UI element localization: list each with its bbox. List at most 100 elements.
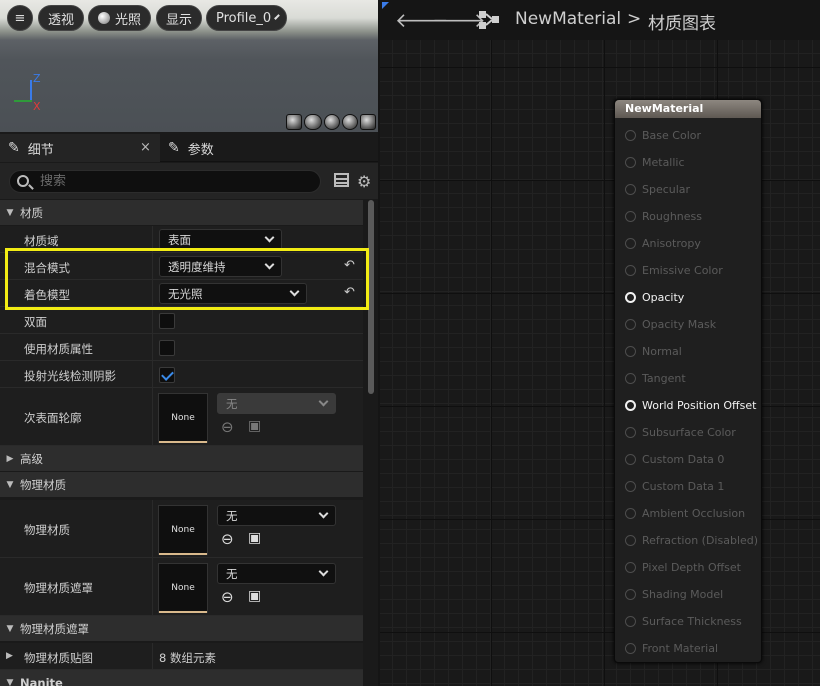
section-nanite-label: Nanite	[20, 675, 63, 686]
physical-material-dropdown[interactable]: 无	[217, 505, 336, 526]
node-pin[interactable]: World Position Offset	[625, 399, 756, 412]
cube-preview-icon[interactable]	[342, 114, 358, 130]
physical-material-mask-dropdown[interactable]: 无	[217, 563, 336, 584]
pin-connector-icon[interactable]	[625, 346, 636, 357]
node-title: NewMaterial	[615, 100, 761, 118]
pin-connector-icon[interactable]	[625, 400, 636, 411]
node-pin[interactable]: Metallic	[625, 156, 685, 169]
material-domain-dropdown[interactable]: 表面	[159, 229, 282, 250]
subsurface-profile-thumbnail[interactable]: None	[158, 393, 208, 443]
pin-label: Normal	[642, 345, 682, 358]
section-physical-material-label: 物理材质	[20, 477, 66, 492]
node-pin[interactable]: Custom Data 0	[625, 453, 724, 466]
node-pin[interactable]: Pixel Depth Offset	[625, 561, 741, 574]
lighting-button[interactable]: 光照	[88, 5, 152, 31]
two-sided-checkbox[interactable]	[159, 313, 175, 329]
search-input[interactable]	[9, 170, 321, 193]
browse-asset-icon[interactable]: ▣	[248, 588, 261, 604]
pin-connector-icon[interactable]	[625, 265, 636, 276]
pin-connector-icon[interactable]	[625, 319, 636, 330]
pin-connector-icon[interactable]	[625, 508, 636, 519]
node-pin[interactable]: Surface Thickness	[625, 615, 742, 628]
breadcrumb-separator: >	[627, 9, 642, 29]
pin-connector-icon[interactable]	[625, 643, 636, 654]
pin-connector-icon[interactable]	[625, 292, 636, 303]
pin-connector-icon[interactable]	[625, 616, 636, 627]
tab-parameters[interactable]: ✎ 参数	[160, 134, 280, 162]
node-pin[interactable]: Roughness	[625, 210, 702, 223]
physical-material-thumbnail[interactable]: None	[158, 505, 208, 555]
material-domain-value: 表面	[168, 232, 191, 247]
node-pin[interactable]: Ambient Occlusion	[625, 507, 745, 520]
custom-mesh-preview-icon[interactable]	[360, 114, 376, 130]
physical-material-mask-thumbnail[interactable]: None	[158, 563, 208, 613]
use-selected-asset-icon[interactable]: ⊖	[221, 588, 234, 606]
lighting-label: 光照	[115, 12, 142, 28]
node-pin[interactable]: Refraction (Disabled)	[625, 534, 758, 547]
property-row-subsurface-profile: 次表面轮廓 None 无 ⊖ ▣	[0, 388, 363, 446]
node-pin[interactable]: Front Material	[625, 642, 718, 655]
raytraced-shadows-checkbox[interactable]	[159, 367, 175, 383]
pin-connector-icon[interactable]	[625, 589, 636, 600]
section-nanite[interactable]: ▼ Nanite	[0, 670, 363, 686]
browse-asset-icon[interactable]: ▣	[248, 530, 261, 546]
browse-asset-icon: ▣	[248, 418, 262, 434]
pin-label: Custom Data 1	[642, 480, 725, 493]
preview-shape-selector[interactable]	[286, 114, 376, 130]
section-advanced[interactable]: ▶ 高级	[0, 446, 363, 472]
viewport-menu-button[interactable]: ≡	[7, 5, 33, 31]
close-icon[interactable]: ×	[140, 140, 151, 155]
chevron-right-icon[interactable]: ▶	[6, 651, 13, 661]
breadcrumb-material[interactable]: NewMaterial	[515, 9, 621, 29]
pin-connector-icon[interactable]	[625, 211, 636, 222]
node-pin[interactable]: Specular	[625, 183, 690, 196]
pin-label: Opacity Mask	[642, 318, 717, 331]
pin-label: Specular	[642, 183, 691, 196]
gear-icon[interactable]: ⚙	[357, 172, 371, 191]
pin-connector-icon[interactable]	[625, 535, 636, 546]
cylinder-preview-icon[interactable]	[286, 114, 302, 130]
node-pin[interactable]: Shading Model	[625, 588, 723, 601]
use-material-attributes-checkbox[interactable]	[159, 340, 175, 356]
perspective-button[interactable]: 透视	[38, 5, 85, 31]
node-pin[interactable]: Anisotropy	[625, 237, 701, 250]
sphere-preview-icon[interactable]	[304, 114, 322, 130]
pin-connector-icon[interactable]	[625, 373, 636, 384]
subsurface-profile-dropdown: 无	[217, 393, 336, 414]
material-output-node[interactable]: NewMaterial Base Color Metallic Specular Ro…	[614, 99, 762, 663]
show-button[interactable]: 显示	[156, 5, 203, 31]
node-pin[interactable]: Normal	[625, 345, 682, 358]
profile-dropdown[interactable]: Profile_0	[206, 5, 287, 31]
pin-connector-icon[interactable]	[625, 454, 636, 465]
node-pin[interactable]: Base Color	[625, 129, 701, 142]
pin-connector-icon[interactable]	[625, 130, 636, 141]
node-pin[interactable]: Emissive Color	[625, 264, 723, 277]
plane-preview-icon[interactable]	[324, 114, 340, 130]
lighting-icon	[98, 12, 110, 24]
node-pin[interactable]: Subsurface Color	[625, 426, 736, 439]
thumbnail-text: None	[171, 583, 195, 593]
section-physical-material-mask[interactable]: ▼ 物理材质遮罩	[0, 616, 363, 642]
pin-label: Pixel Depth Offset	[642, 561, 741, 574]
pin-connector-icon[interactable]	[625, 184, 636, 195]
graph-corner-marker	[382, 2, 389, 9]
pin-connector-icon[interactable]	[625, 427, 636, 438]
property-row-physical-material-mask: 物理材质遮罩 None 无 ⊖ ▣	[0, 558, 363, 616]
table-view-icon[interactable]	[334, 173, 349, 187]
section-material[interactable]: ▼ 材质	[0, 200, 363, 226]
pin-connector-icon[interactable]	[625, 562, 636, 573]
profile-label: Profile_0	[216, 10, 272, 26]
pin-connector-icon[interactable]	[625, 238, 636, 249]
pin-connector-icon[interactable]	[625, 481, 636, 492]
use-selected-asset-icon[interactable]: ⊖	[221, 530, 234, 548]
node-pin[interactable]: Opacity	[625, 291, 684, 304]
preview-viewport[interactable]: ≡ 透视 光照 显示 Profile_0 Z X	[0, 0, 378, 132]
pin-label: Front Material	[642, 642, 719, 655]
tab-details[interactable]: ✎ 细节 ×	[0, 134, 160, 162]
node-pin[interactable]: Tangent	[625, 372, 686, 385]
node-pin[interactable]: Custom Data 1	[625, 480, 724, 493]
pin-connector-icon[interactable]	[625, 157, 636, 168]
highlight-box	[5, 248, 369, 310]
node-pin[interactable]: Opacity Mask	[625, 318, 716, 331]
section-physical-material[interactable]: ▼ 物理材质	[0, 472, 363, 498]
